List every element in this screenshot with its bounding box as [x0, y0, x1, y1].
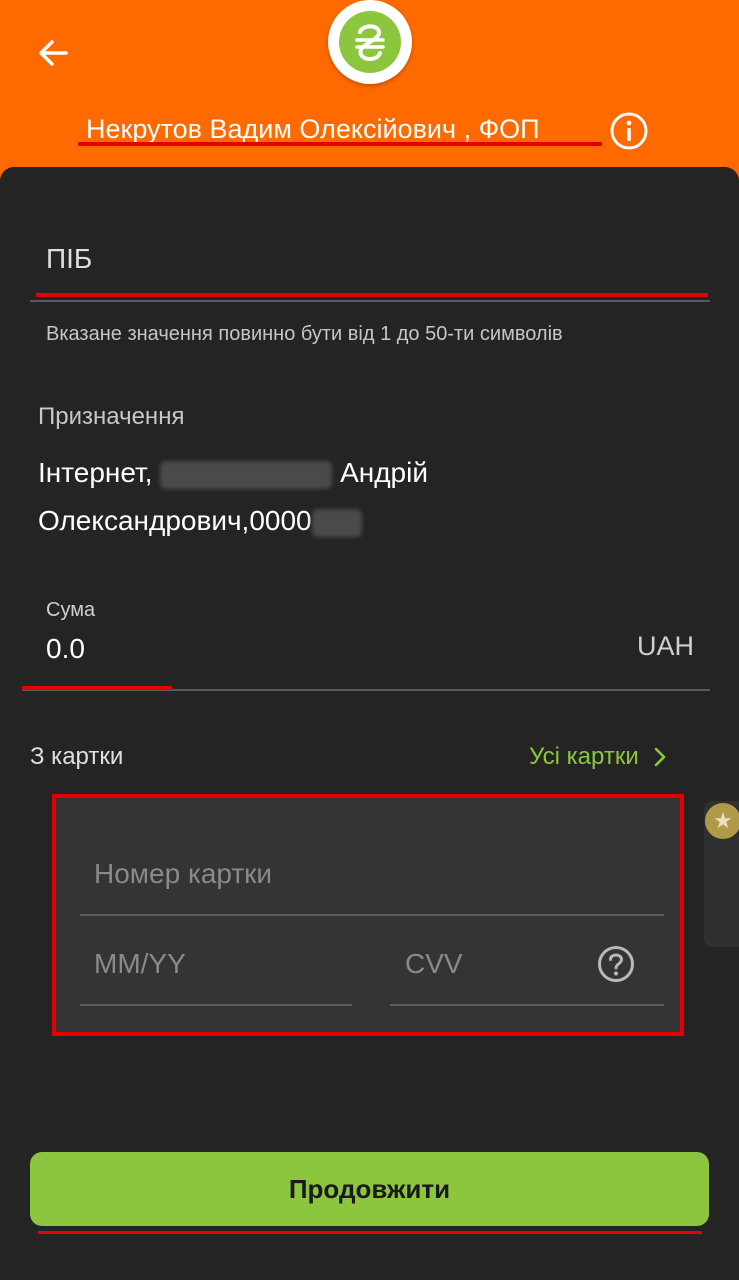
pib-hint: Вказане значення повинно бути від 1 до 5… — [46, 323, 563, 345]
expiry-input[interactable]: MM/YY — [94, 948, 186, 980]
question-circle-icon[interactable] — [596, 944, 636, 984]
card-number-underline — [80, 914, 664, 916]
merchant-name: Некрутов Вадим Олексійович , ФОП — [86, 114, 540, 144]
cvv-underline — [390, 1004, 664, 1006]
star-icon: ★ — [705, 803, 739, 839]
currency-label: UAH — [636, 631, 694, 661]
merchant-underline — [78, 142, 602, 146]
merchant-logo — [328, 0, 412, 84]
amount-field[interactable]: Сума 0.0 UAH — [22, 587, 710, 697]
pib-highlight — [36, 293, 708, 297]
amount-highlight — [22, 686, 172, 690]
purpose-value-line1: Інтернет, Андрій — [38, 457, 428, 489]
pib-placeholder: ПІБ — [46, 243, 93, 274]
purpose-text-start: Інтернет, — [38, 457, 153, 488]
arrow-left-icon — [39, 40, 68, 66]
pib-field[interactable]: ПІБ — [30, 227, 710, 307]
continue-underline — [38, 1231, 702, 1234]
from-card-label: З картки — [30, 743, 124, 770]
info-icon[interactable] — [609, 111, 649, 151]
continue-button[interactable]: Продовжити — [30, 1152, 709, 1226]
purpose-text-line2: Олександрович,0000 — [38, 505, 312, 536]
card-number-input[interactable]: Номер картки — [94, 858, 272, 890]
expiry-underline — [80, 1004, 352, 1006]
redacted-text — [160, 460, 333, 489]
app-header: Некрутов Вадим Олексійович , ФОП — [0, 0, 739, 180]
purpose-label: Призначення — [38, 403, 185, 430]
amount-input[interactable]: 0.0 — [46, 633, 85, 665]
chevron-right-icon — [654, 747, 666, 767]
purpose-text-end: Андрій — [340, 457, 428, 488]
cvv-input[interactable]: CVV — [405, 948, 463, 980]
merchant-row: Некрутов Вадим Олексійович , ФОП — [0, 110, 739, 154]
amount-label: Сума — [46, 599, 96, 621]
redacted-text — [311, 508, 362, 537]
payment-sheet: ПІБ Вказане значення повинно бути від 1 … — [0, 167, 739, 1280]
all-cards-label: Усі картки — [529, 743, 639, 770]
all-cards-link[interactable]: Усі картки — [529, 743, 667, 771]
purpose-value-line2: Олександрович,0000 — [38, 505, 362, 537]
hryvnia-icon — [339, 11, 401, 73]
new-card-form: Номер картки MM/YY CVV — [52, 794, 684, 1036]
back-button[interactable] — [30, 30, 76, 76]
pib-underline — [30, 300, 710, 302]
